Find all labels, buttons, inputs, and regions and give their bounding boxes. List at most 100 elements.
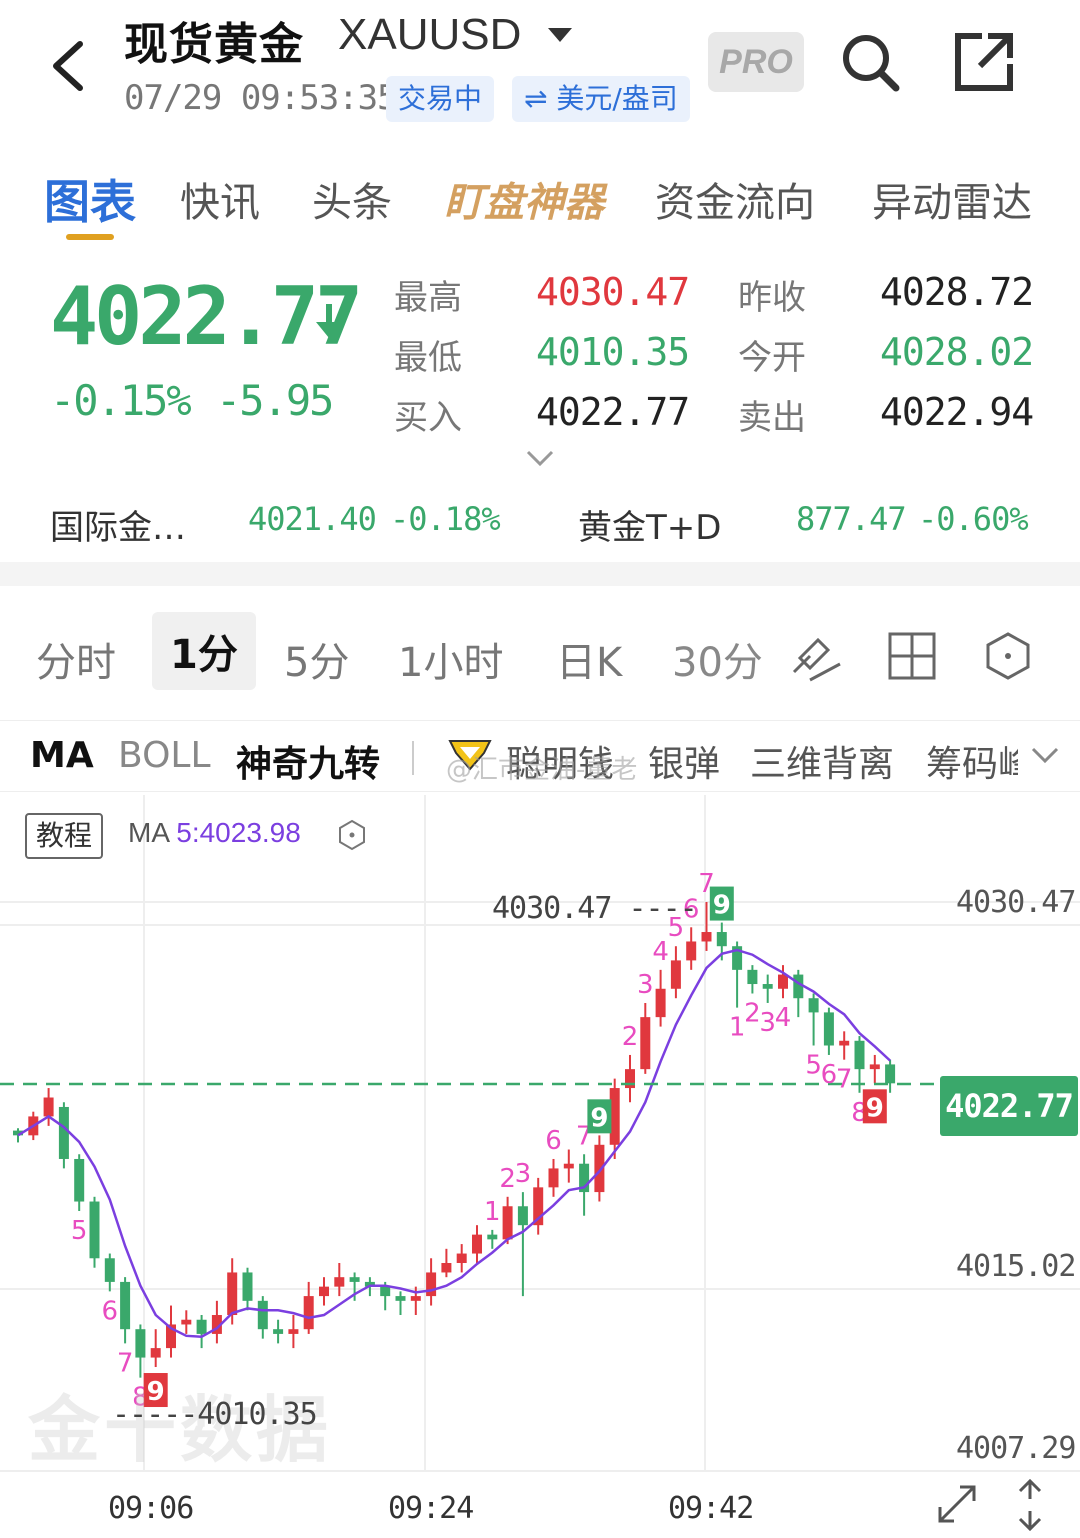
period-daily[interactable]: 日K — [556, 630, 622, 688]
search-icon — [843, 35, 900, 92]
td-count-label: 2 — [622, 1022, 639, 1052]
x-axis-label: 09:42 — [668, 1491, 754, 1526]
ma-legend-value: 5:4023.98 — [176, 817, 301, 848]
related-item-name[interactable]: 国际金… — [50, 500, 186, 549]
trading-status-badge: 交易中 — [386, 76, 495, 122]
high-value: 4030.47 — [536, 270, 690, 314]
td-nine-label: 9 — [590, 1103, 608, 1133]
unit-toggle[interactable]: ⇌ 美元/盎司 — [512, 76, 690, 122]
prev-close-label: 昨收 — [738, 278, 806, 318]
vertical-scale-icon[interactable] — [1012, 1479, 1048, 1531]
td-count-label: 3 — [637, 970, 654, 1000]
back-button[interactable] — [40, 30, 100, 100]
candle-body — [441, 1262, 452, 1273]
indicator-separator — [412, 741, 414, 775]
settings-hexagon-icon[interactable] — [980, 628, 1036, 684]
related-item-price: 4021.40 — [248, 500, 377, 538]
change-percent: -0.15% — [50, 376, 192, 425]
high-marker-label: 4030.47 ---- — [492, 891, 698, 926]
tutorial-button[interactable]: 教程 — [25, 813, 103, 859]
td-count-label: 7 — [836, 1065, 853, 1095]
chevron-down-icon[interactable] — [1030, 745, 1060, 767]
candle-body — [58, 1106, 69, 1159]
y-axis-label: 4030.47 — [956, 885, 1076, 920]
period-1min[interactable]: 1分 — [152, 612, 256, 690]
candle-body — [181, 1319, 192, 1325]
chevron-down-icon[interactable] — [524, 448, 556, 470]
candle-body — [410, 1296, 421, 1301]
tab-headlines[interactable]: 头条 — [312, 170, 392, 228]
candle-body — [349, 1277, 360, 1282]
section-divider — [0, 562, 1080, 586]
period-intraday[interactable]: 分时 — [36, 630, 116, 688]
candle-body — [762, 984, 773, 989]
candle-body — [472, 1234, 482, 1254]
header-bar: 现货黄金 XAUUSD 07/29 09:53:35 交易中 ⇌ 美元/盎司 P… — [0, 0, 1080, 140]
high-label: 最高 — [394, 278, 462, 318]
td-count-label: 4 — [652, 937, 669, 967]
candle-body — [104, 1258, 115, 1282]
td-count-label: 1 — [729, 1013, 746, 1043]
tab-chart[interactable]: 图表 — [44, 166, 136, 232]
td-count-label: 5 — [71, 1216, 88, 1246]
candle-body — [303, 1296, 314, 1330]
tab-watch-tool[interactable]: 盯盘神器 — [444, 170, 604, 228]
x-axis-label: 09:24 — [388, 1491, 474, 1526]
chevron-left-icon — [53, 41, 83, 91]
indicator-bar: MA BOLL 神奇九转 聪明钱 银弹 三维背离 筹码峰 @汇市金油-董老 — [0, 720, 1080, 792]
indicator-silver-bullet[interactable]: 银弹 — [648, 735, 720, 787]
tab-capital-flow[interactable]: 资金流向 — [655, 170, 815, 228]
td-nine-label: 9 — [713, 891, 731, 921]
change-absolute: -5.95 — [216, 376, 334, 425]
candle-body — [655, 988, 666, 1018]
td-nine-label: 9 — [866, 1093, 884, 1123]
candle-body — [150, 1348, 161, 1358]
search-button[interactable] — [838, 30, 902, 94]
td-count-label: 2 — [499, 1164, 516, 1194]
indicator-chip-peak[interactable]: 筹码峰 — [926, 735, 1018, 787]
low-value: 4010.35 — [536, 330, 690, 374]
candle-body — [640, 1017, 651, 1070]
quote-panel: 4022.77 -0.15% -5.95 最高 4030.47 最低 4010.… — [0, 256, 1080, 556]
settings-hexagon-icon[interactable] — [336, 819, 368, 851]
tab-anomaly-radar[interactable]: 异动雷达 — [872, 170, 1032, 228]
ask-label: 卖出 — [738, 398, 806, 438]
td-count-label: 6 — [545, 1126, 562, 1156]
candle-body — [89, 1201, 100, 1259]
share-button[interactable] — [952, 30, 1016, 94]
fullscreen-icon[interactable] — [934, 1481, 980, 1527]
candle-body — [885, 1064, 896, 1084]
td-count-label: 2 — [744, 998, 761, 1028]
candle-body — [74, 1158, 85, 1202]
pro-button[interactable]: PRO — [708, 32, 804, 92]
candle-body — [716, 932, 727, 947]
related-item-change: -0.18% — [390, 500, 501, 538]
caret-down-icon[interactable] — [548, 28, 572, 42]
period-30min[interactable]: 30分 — [672, 630, 763, 688]
candle-body — [135, 1329, 146, 1358]
related-item-name[interactable]: 黄金T+D — [578, 500, 721, 549]
layout-grid-icon[interactable] — [884, 628, 940, 684]
weibo-watermark: @汇市金油-董老 — [446, 755, 638, 785]
period-1hour[interactable]: 1小时 — [398, 630, 503, 688]
indicator-boll[interactable]: BOLL — [118, 735, 211, 776]
active-tab-indicator — [66, 234, 114, 240]
period-5min[interactable]: 5分 — [284, 630, 349, 688]
candle-body — [273, 1329, 284, 1334]
instrument-symbol[interactable]: XAUUSD — [338, 10, 521, 60]
ask-value: 4022.94 — [880, 390, 1034, 434]
instrument-name: 现货黄金 — [124, 19, 304, 70]
indicator-ma[interactable]: MA — [30, 735, 94, 776]
td-count-label: 3 — [759, 1008, 776, 1038]
indicator-td-nine[interactable]: 神奇九转 — [236, 735, 380, 787]
tab-flash-news[interactable]: 快讯 — [180, 170, 260, 228]
draw-tool-icon[interactable] — [790, 628, 846, 684]
candle-body — [778, 974, 788, 989]
candle-body — [426, 1272, 437, 1297]
indicator-3d-divergence[interactable]: 三维背离 — [750, 735, 894, 787]
candle-body — [563, 1163, 574, 1169]
arrow-down-icon — [316, 304, 342, 338]
candle-body — [670, 960, 681, 989]
td-count-label: 6 — [821, 1060, 838, 1090]
kline-chart[interactable]: 56781236782345678123456789999 金十数据 教程 MA… — [0, 795, 1080, 1538]
